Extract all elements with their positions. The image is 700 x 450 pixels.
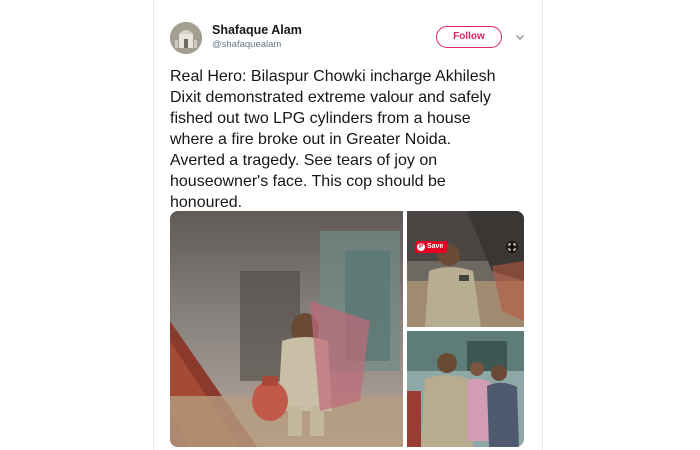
- media-grid: P Save: [170, 211, 524, 447]
- avatar[interactable]: [170, 22, 202, 54]
- pin-icon: P: [417, 243, 425, 251]
- photo-bottom-right[interactable]: [407, 331, 524, 447]
- user-handle[interactable]: @shafaquealam: [212, 39, 281, 50]
- photo-top-right[interactable]: P Save: [407, 211, 524, 327]
- tweet-card: Shafaque Alam @shafaquealam Follow Real …: [153, 0, 543, 450]
- display-name[interactable]: Shafaque Alam: [212, 23, 302, 37]
- chevron-down-icon[interactable]: [515, 32, 525, 42]
- tweet-header: Shafaque Alam @shafaquealam Follow: [170, 22, 530, 58]
- tweet-text: Real Hero: Bilaspur Chowki incharge Akhi…: [170, 68, 496, 211]
- follow-button[interactable]: Follow: [436, 26, 502, 48]
- pinterest-save-button[interactable]: P Save: [415, 241, 448, 253]
- photo-main[interactable]: [170, 211, 403, 447]
- save-label: Save: [427, 243, 444, 250]
- expand-icon[interactable]: [506, 241, 518, 253]
